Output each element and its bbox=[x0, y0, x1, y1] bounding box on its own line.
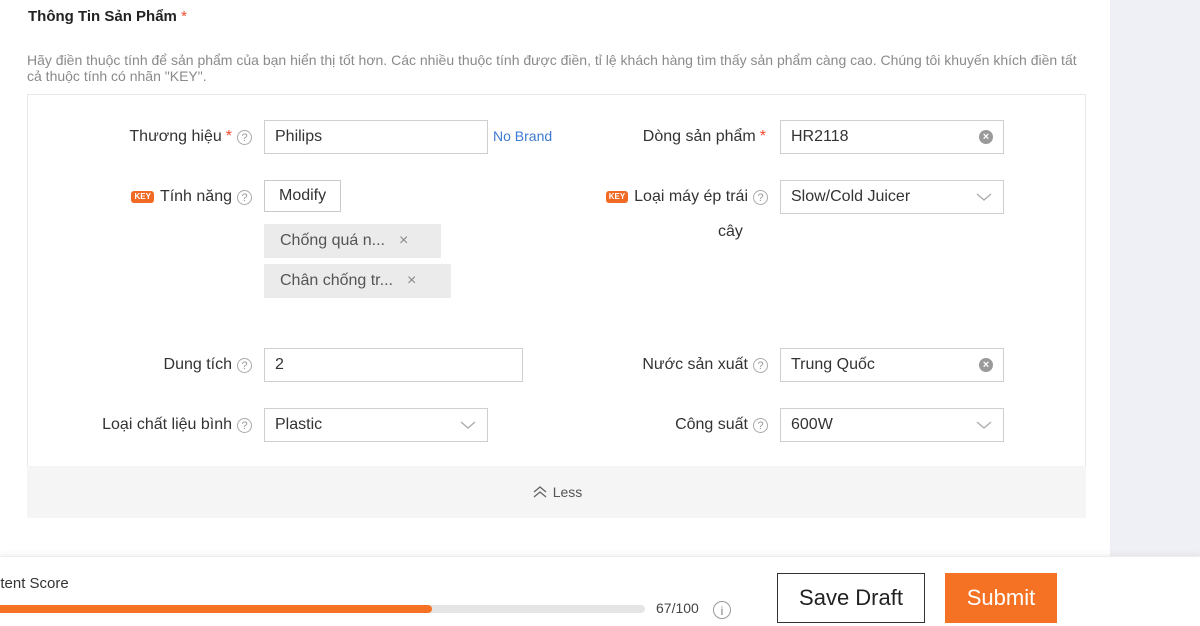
double-chevron-up-icon bbox=[533, 486, 547, 498]
page-gutter bbox=[1110, 0, 1200, 556]
modify-features-button[interactable]: Modify bbox=[264, 180, 342, 212]
capacity-label: Dung tích ? bbox=[100, 348, 252, 382]
section-hint: Hãy điền thuộc tính để sản phẩm của bạn … bbox=[27, 52, 1077, 84]
help-icon[interactable]: ? bbox=[753, 189, 768, 205]
juicer-type-label-cont: cây bbox=[718, 223, 743, 240]
product-info-card: Thông Tin Sản Phẩm * Hãy điền thuộc tính… bbox=[0, 0, 1110, 556]
footer-bar: ntent Score 67/100 i Save Draft Submit bbox=[0, 556, 1200, 626]
power-label: Công suất ? bbox=[600, 408, 768, 442]
features-label: KEY Tính năng ? bbox=[100, 180, 252, 214]
clear-icon[interactable]: × bbox=[979, 130, 993, 144]
save-draft-button[interactable]: Save Draft bbox=[777, 573, 925, 623]
model-label: Dòng sản phẩm * bbox=[642, 128, 766, 145]
jar-material-label: Loại chất liệu bình ? bbox=[60, 408, 252, 442]
help-icon[interactable]: ? bbox=[237, 357, 252, 373]
jar-material-select[interactable]: Plastic bbox=[264, 408, 488, 442]
section-title: Thông Tin Sản Phẩm * bbox=[28, 8, 187, 25]
juicer-type-select[interactable]: Slow/Cold Juicer bbox=[780, 180, 1004, 214]
content-score-progress-fill bbox=[0, 605, 432, 613]
less-toggle[interactable]: Less bbox=[27, 466, 1086, 518]
required-mark: * bbox=[181, 8, 187, 25]
chevron-down-icon bbox=[460, 421, 476, 429]
content-score-value: 67/100 bbox=[656, 600, 699, 616]
content-score-label: ntent Score bbox=[0, 575, 69, 592]
remove-tag-icon[interactable]: × bbox=[407, 272, 416, 290]
help-icon[interactable]: ? bbox=[237, 129, 252, 145]
chevron-down-icon bbox=[976, 193, 992, 201]
key-badge: KEY bbox=[605, 191, 629, 203]
help-icon[interactable]: ? bbox=[237, 189, 252, 205]
required-mark: * bbox=[759, 128, 766, 145]
info-icon[interactable]: i bbox=[713, 601, 731, 619]
brand-input[interactable]: Philips bbox=[264, 120, 488, 154]
help-icon[interactable]: ? bbox=[237, 417, 252, 433]
content-score-progress bbox=[0, 605, 645, 613]
power-select[interactable]: 600W bbox=[780, 408, 1004, 442]
feature-tag: Chống quá n... × bbox=[264, 224, 441, 258]
chevron-down-icon bbox=[976, 421, 992, 429]
capacity-input[interactable]: 2 bbox=[264, 348, 523, 382]
origin-label: Nước sản xuất ? bbox=[600, 348, 768, 382]
model-input[interactable]: HR2118 × bbox=[780, 120, 1004, 154]
origin-input[interactable]: Trung Quốc × bbox=[780, 348, 1004, 382]
help-icon[interactable]: ? bbox=[753, 417, 768, 433]
help-icon[interactable]: ? bbox=[753, 357, 768, 373]
key-badge: KEY bbox=[131, 191, 154, 203]
no-brand-link[interactable]: No Brand bbox=[493, 128, 552, 144]
brand-label: Thương hiệu * ? bbox=[100, 120, 252, 154]
clear-icon[interactable]: × bbox=[979, 358, 993, 372]
required-mark: * bbox=[225, 128, 232, 145]
submit-button[interactable]: Submit bbox=[945, 573, 1057, 623]
remove-tag-icon[interactable]: × bbox=[399, 232, 408, 250]
juicer-type-label: KEY Loại máy ép trái ? bbox=[560, 180, 768, 214]
feature-tag: Chân chống tr... × bbox=[264, 264, 451, 298]
